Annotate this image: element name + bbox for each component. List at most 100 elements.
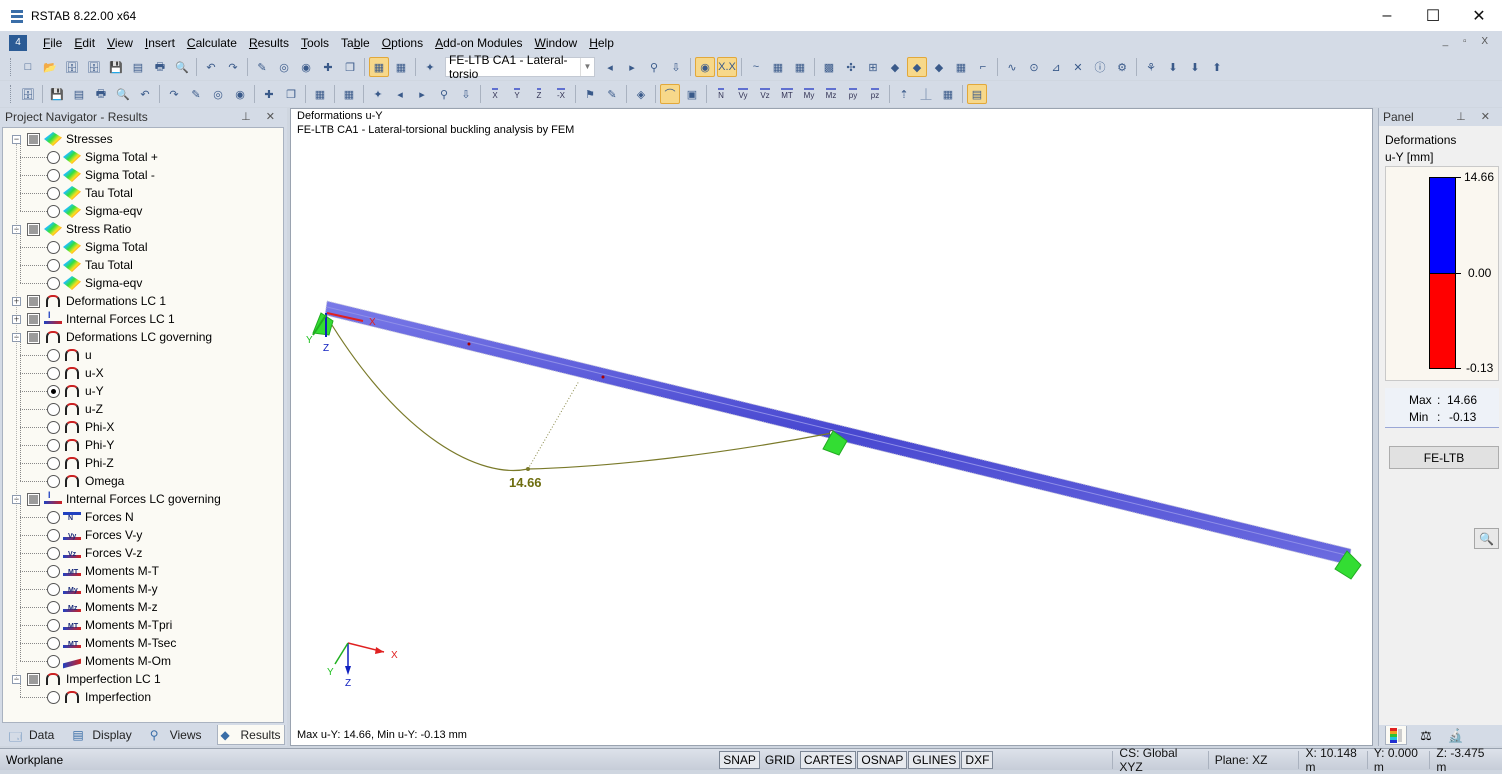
model-viewport[interactable]: Deformations u-Y FE-LTB CA1 - Lateral-to… [290, 108, 1373, 746]
toggle-dxf[interactable]: DXF [961, 750, 994, 769]
navigator-pin-close[interactable]: ⊥ ✕ [241, 110, 281, 123]
model-graphic[interactable]: 14.66 X Z Y X Z Y [291, 109, 1374, 747]
info-icon[interactable]: ✕ [1068, 57, 1088, 77]
values-icon[interactable]: ⇩ [666, 57, 686, 77]
support-icon[interactable]: 🔍 [113, 84, 133, 104]
menu-file[interactable]: File [37, 36, 68, 50]
next-icon[interactable]: ▸ [622, 57, 642, 77]
rotate-icon[interactable]: ∿ [1002, 57, 1022, 77]
result-diagram-icon[interactable]: ⏊ [916, 84, 936, 104]
save-icon[interactable]: 💾 [106, 57, 126, 77]
group-checkbox[interactable] [27, 222, 40, 236]
tree-item[interactable]: u-Y [47, 382, 104, 400]
comment-icon[interactable]: ❐ [281, 84, 301, 104]
load-icon[interactable]: ↷ [164, 84, 184, 104]
toggle-grid[interactable]: GRID [761, 751, 799, 769]
view-z-button[interactable]: Z [529, 84, 549, 104]
menu-calculate[interactable]: Calculate [181, 36, 243, 50]
tree-group[interactable]: − Stress Ratio [12, 220, 131, 238]
close-button[interactable]: ✕ [1456, 0, 1502, 31]
export3-icon[interactable]: ⬇ [1185, 57, 1205, 77]
group-checkbox[interactable] [27, 132, 40, 146]
redo-icon[interactable]: ↷ [223, 57, 243, 77]
minimize-button[interactable]: – [1364, 0, 1410, 31]
archive-icon[interactable]: 🗄 [62, 57, 82, 77]
tree-item[interactable]: u-Z [47, 400, 103, 418]
result-radio[interactable] [47, 546, 60, 560]
result-radio[interactable] [47, 366, 60, 380]
results-icon[interactable]: ⚲ [644, 57, 664, 77]
clipping-icon[interactable]: ▦ [310, 84, 330, 104]
grid-icon[interactable]: ✣ [841, 57, 861, 77]
view--x-button[interactable]: -X [551, 84, 571, 104]
zoom-window-icon[interactable]: ◂ [390, 84, 410, 104]
view-iso-icon[interactable]: ⇩ [456, 84, 476, 104]
tree-item[interactable]: Vz Forces V-z [47, 544, 142, 562]
toolbar-grip[interactable] [10, 85, 13, 103]
navigator-tab-data[interactable]: 🗔 Data [6, 725, 57, 745]
export4-icon[interactable]: ⬆ [1207, 57, 1227, 77]
microscope-icon[interactable]: 🔬 [1445, 726, 1467, 745]
result-radio[interactable] [47, 510, 60, 524]
beam-member[interactable] [324, 300, 1352, 566]
tree-item[interactable]: Imperfection [47, 688, 151, 706]
collapse-icon[interactable]: − [12, 134, 21, 144]
tree-item[interactable]: MT Moments M-Tsec [47, 634, 176, 652]
frame-icon[interactable]: ◆ [929, 57, 949, 77]
share-icon[interactable]: ⚙ [1112, 57, 1132, 77]
export1-icon[interactable]: ⚘ [1141, 57, 1161, 77]
tree-item[interactable]: Omega [47, 472, 124, 490]
zoom-target-icon[interactable]: ◉ [296, 57, 316, 77]
tree-group[interactable]: − I Internal Forces LC governing [12, 490, 221, 508]
loadcase-icon[interactable]: ✦ [420, 57, 440, 77]
view-n-button[interactable]: N [711, 84, 731, 104]
view-vy-button[interactable]: Vy [733, 84, 753, 104]
tree-item[interactable]: Sigma Total - [47, 166, 155, 184]
view-render-icon[interactable]: ✦ [368, 84, 388, 104]
render-icon[interactable]: ▩ [819, 57, 839, 77]
edit-icon[interactable]: ✎ [252, 57, 272, 77]
tree-group[interactable]: − Imperfection LC 1 [12, 670, 161, 688]
archive-save-icon[interactable]: 🗄 [84, 57, 104, 77]
tree-item[interactable]: MT Moments M-Tpri [47, 616, 172, 634]
tree-item[interactable]: Sigma-eqv [47, 274, 142, 292]
section-results-icon[interactable]: ▦ [768, 57, 788, 77]
result-radio[interactable] [47, 528, 60, 542]
tree-item[interactable]: My Moments M-y [47, 580, 158, 598]
result-radio[interactable] [47, 204, 60, 218]
view-py-button[interactable]: py [843, 84, 863, 104]
navigator-tab-results[interactable]: ◆ Results [216, 725, 285, 745]
print-icon[interactable]: 🖶 [150, 57, 170, 77]
group-checkbox[interactable] [27, 492, 40, 506]
menu-results[interactable]: Results [243, 36, 295, 50]
zoom-panel-button[interactable]: 🔍 [1474, 528, 1499, 549]
menu-insert[interactable]: Insert [139, 36, 181, 50]
menu-tools[interactable]: Tools [295, 36, 335, 50]
view-mt-button[interactable]: MT [777, 84, 797, 104]
table-toggle-icon[interactable]: ▦ [391, 57, 411, 77]
result-radio[interactable] [47, 456, 60, 470]
tree-item[interactable]: Tau Total [47, 256, 133, 274]
color-panel-toggle-icon[interactable]: ▤ [967, 84, 987, 104]
maximize-button[interactable]: ☐ [1410, 0, 1456, 31]
mirror-icon[interactable]: ⊙ [1024, 57, 1044, 77]
balance-icon[interactable]: ⚖ [1415, 726, 1437, 745]
select-box-icon[interactable]: ▦ [339, 84, 359, 104]
tree-group[interactable]: − Deformations LC governing [12, 328, 212, 346]
mdi-window-controls[interactable]: _ ▫ X [1443, 36, 1494, 47]
tree-group[interactable]: + Deformations LC 1 [12, 292, 166, 310]
render-mode-icon[interactable]: ◈ [631, 84, 651, 104]
result-radio[interactable] [47, 420, 60, 434]
node-icon[interactable]: ⌐ [973, 57, 993, 77]
navigator-tab-display[interactable]: ▤ Display [69, 725, 134, 745]
chevron-down-icon[interactable]: ▼ [580, 58, 594, 76]
view-x-button[interactable]: X [485, 84, 505, 104]
tree-item[interactable]: Phi-Z [47, 454, 114, 472]
toolbar-grip[interactable] [10, 58, 13, 76]
menu-help[interactable]: Help [583, 36, 620, 50]
group-checkbox[interactable] [27, 330, 40, 344]
member-results-icon[interactable]: ~ [746, 57, 766, 77]
result-radio[interactable] [47, 240, 60, 254]
deformation-toggle-icon[interactable]: ⌒ [660, 84, 680, 104]
toggle-snap[interactable]: SNAP [719, 750, 760, 769]
